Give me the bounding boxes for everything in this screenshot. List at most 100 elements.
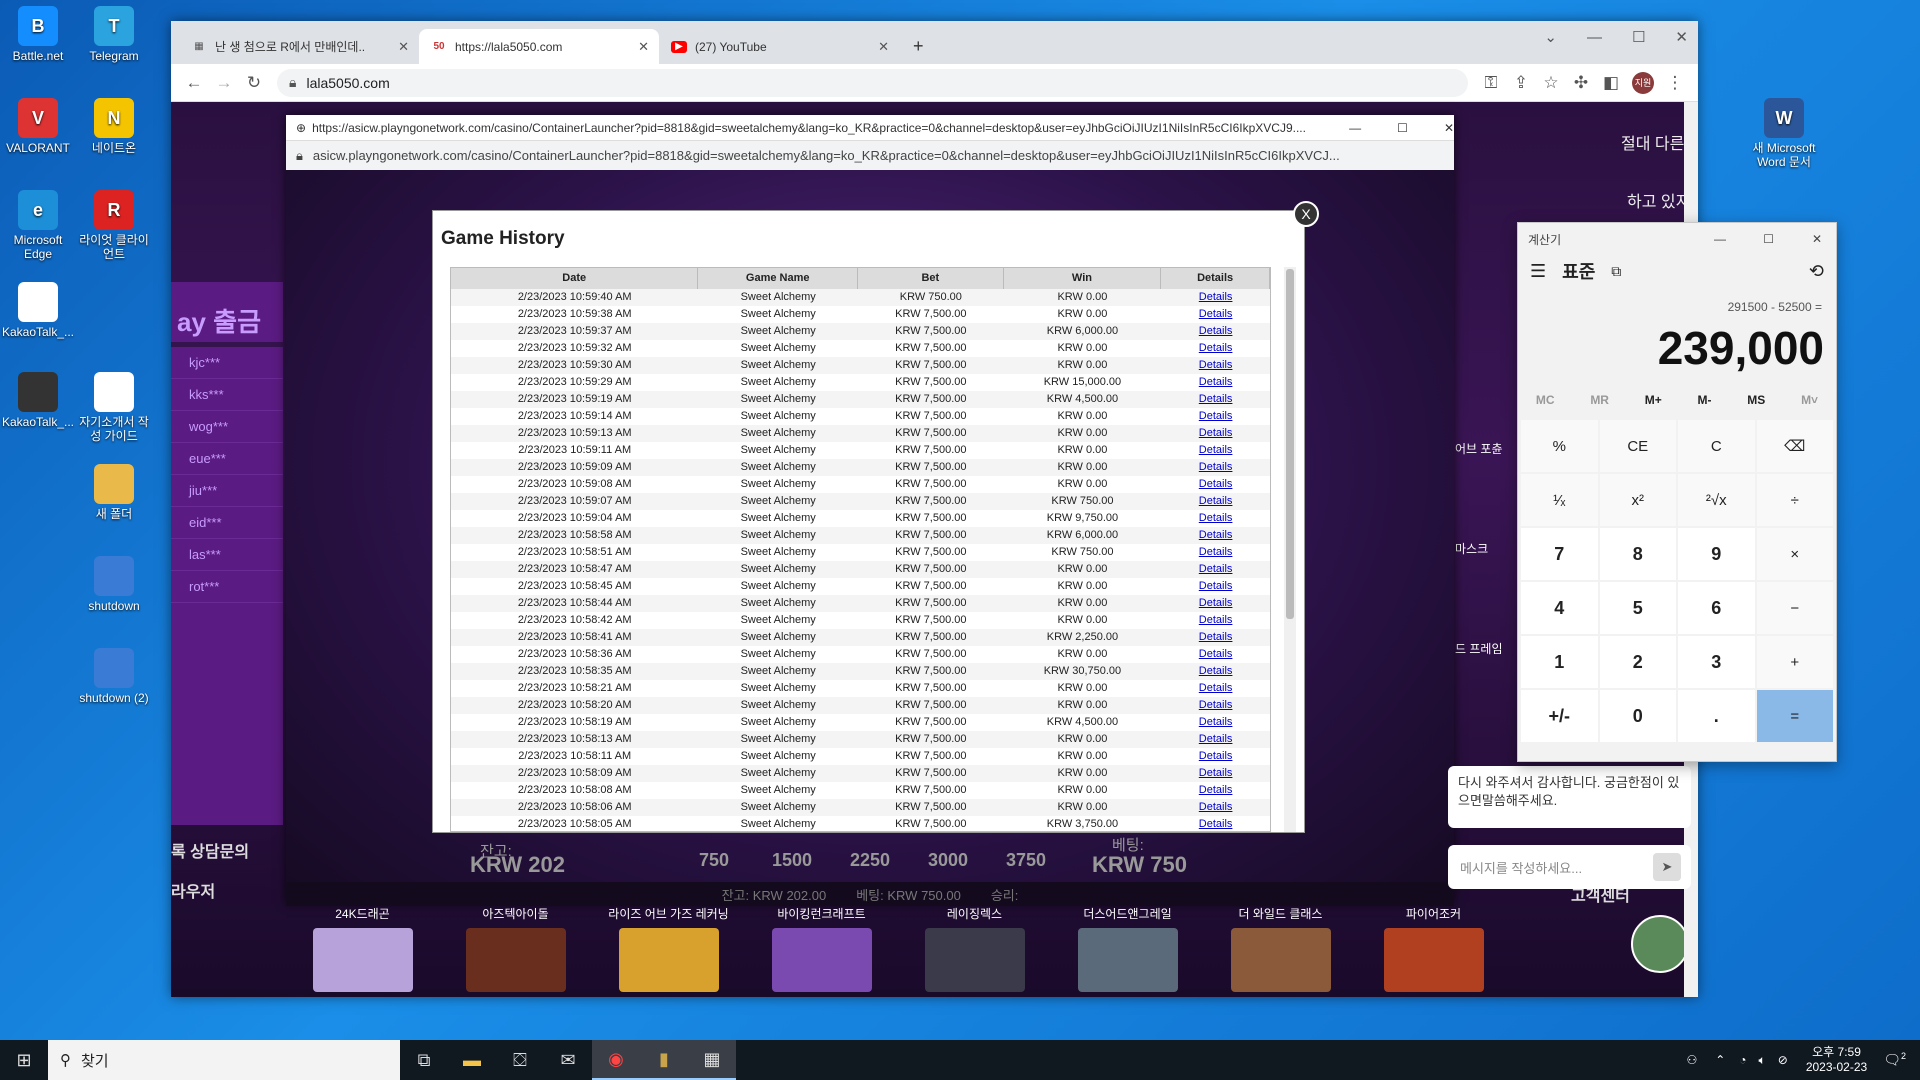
tab-search-icon[interactable]: ⌄	[1544, 28, 1557, 46]
desktop-icon[interactable]: KakaoTalk_...	[0, 372, 76, 429]
details-link[interactable]: Details	[1161, 357, 1270, 374]
memory-button[interactable]: M-	[1698, 393, 1712, 407]
details-link[interactable]: Details	[1161, 782, 1270, 799]
browser-link[interactable]: 라우저	[171, 878, 215, 902]
address-bar[interactable]: 🔒︎ lala5050.com	[277, 68, 1468, 97]
desktop-icon[interactable]: B Battle.net	[0, 6, 76, 63]
network-icon[interactable]: ◔	[1739, 1053, 1746, 1067]
forward-icon[interactable]: →	[209, 73, 239, 93]
details-link[interactable]: Details	[1161, 697, 1270, 714]
details-link[interactable]: Details	[1161, 425, 1270, 442]
bet-option-button[interactable]: 3000	[918, 850, 978, 871]
minimize-button[interactable]: —	[1349, 121, 1361, 135]
extensions-icon[interactable]: ✣	[1566, 73, 1596, 93]
details-link[interactable]: Details	[1161, 680, 1270, 697]
game-thumbnail[interactable]: 더 와일드 클래스	[1204, 905, 1357, 997]
desktop-icon[interactable]: 새 폴더	[76, 464, 152, 521]
calc-key[interactable]: ÷	[1756, 474, 1833, 526]
store-icon[interactable]: ⛋	[496, 1040, 544, 1080]
right-game-3[interactable]: 드 프레임	[1455, 640, 1503, 657]
game-thumbnail[interactable]: 파이어조커	[1357, 905, 1510, 997]
keep-on-top-icon[interactable]: ⧉	[1611, 263, 1621, 280]
close-tab-icon[interactable]: ✕	[638, 39, 649, 55]
details-link[interactable]: Details	[1161, 323, 1270, 340]
details-link[interactable]: Details	[1161, 442, 1270, 459]
details-link[interactable]: Details	[1161, 714, 1270, 731]
key-icon[interactable]: ⚿	[1476, 73, 1506, 93]
details-link[interactable]: Details	[1161, 663, 1270, 680]
details-link[interactable]: Details	[1161, 646, 1270, 663]
game-thumbnail[interactable]: 바이킹런크래프트	[745, 905, 898, 997]
history-icon[interactable]: ⟲	[1809, 261, 1824, 282]
close-button[interactable]: ✕	[1812, 232, 1822, 246]
close-tab-icon[interactable]: ✕	[398, 39, 409, 55]
new-tab-button[interactable]: +	[901, 29, 936, 64]
right-game-1[interactable]: 어브 포츈	[1455, 440, 1503, 457]
calc-key[interactable]: 7	[1521, 528, 1598, 580]
details-link[interactable]: Details	[1161, 561, 1270, 578]
history-scrollbar[interactable]	[1284, 267, 1296, 832]
volume-icon[interactable]: 🔈︎	[1759, 1053, 1766, 1068]
mail-icon[interactable]: ✉	[544, 1040, 592, 1080]
menu-icon[interactable]: ⋮	[1660, 73, 1690, 93]
right-game-2[interactable]: 마스크	[1455, 540, 1488, 557]
popup-address-bar[interactable]: 🔒︎ asicw.playngonetwork.com/casino/Conta…	[286, 141, 1454, 170]
file-explorer-icon[interactable]: ▬	[448, 1040, 496, 1080]
details-link[interactable]: Details	[1161, 595, 1270, 612]
bet-option-button[interactable]: 3750	[996, 850, 1056, 871]
desktop-icon[interactable]: shutdown (2)	[76, 648, 152, 705]
memory-button[interactable]: MR	[1590, 393, 1609, 407]
calc-key[interactable]: −	[1756, 582, 1833, 634]
calc-key[interactable]: C	[1678, 420, 1755, 472]
avatar[interactable]	[1631, 915, 1689, 973]
avatar[interactable]: 지원	[1632, 71, 1654, 94]
details-link[interactable]: Details	[1161, 408, 1270, 425]
tab-youtube[interactable]: ▶ (27) YouTube ✕	[659, 29, 899, 64]
ime-icon[interactable]: ⊘	[1778, 1053, 1788, 1067]
taskbar-search[interactable]: ⚲ 찾기	[48, 1040, 400, 1080]
maximize-button[interactable]: ☐	[1632, 28, 1645, 46]
minimize-button[interactable]: —	[1587, 29, 1602, 46]
details-link[interactable]: Details	[1161, 340, 1270, 357]
send-icon[interactable]: ➤	[1653, 853, 1681, 881]
calc-key[interactable]: 2	[1599, 636, 1676, 688]
details-link[interactable]: Details	[1161, 476, 1270, 493]
details-link[interactable]: Details	[1161, 544, 1270, 561]
back-icon[interactable]: ←	[179, 73, 209, 93]
sidepanel-icon[interactable]: ◧	[1596, 73, 1626, 93]
memory-button[interactable]: MC	[1536, 393, 1555, 407]
share-icon[interactable]: ⇪	[1506, 73, 1536, 93]
details-link[interactable]: Details	[1161, 765, 1270, 782]
details-link[interactable]: Details	[1161, 306, 1270, 323]
bet-option-button[interactable]: 750	[684, 850, 744, 871]
chrome-icon[interactable]: ◉	[592, 1040, 640, 1080]
close-tab-icon[interactable]: ✕	[878, 39, 889, 55]
game-thumbnail[interactable]: 24K드래곤	[286, 905, 439, 997]
close-button[interactable]: ✕	[1444, 121, 1454, 135]
calc-key[interactable]: ⌫	[1756, 420, 1833, 472]
calc-key[interactable]: +	[1756, 636, 1833, 688]
desktop-icon[interactable]: N 네이트온	[76, 98, 152, 155]
tab-forum[interactable]: ▦ 난 생 첨으로 R에서 만배인데.. ✕	[179, 29, 419, 64]
desktop-icon[interactable]: W 새 Microsoft Word 문서	[1746, 98, 1822, 169]
hamburger-icon[interactable]: ☰	[1530, 261, 1546, 282]
calc-key[interactable]: 4	[1521, 582, 1598, 634]
people-icon[interactable]: ⚇	[1686, 1053, 1697, 1067]
details-link[interactable]: Details	[1161, 527, 1270, 544]
calc-key[interactable]: 1	[1521, 636, 1598, 688]
calc-key[interactable]: ¹⁄ₓ	[1521, 474, 1598, 526]
calc-key[interactable]: ×	[1756, 528, 1833, 580]
calc-key[interactable]: =	[1756, 690, 1833, 742]
scroll-thumb[interactable]	[1286, 269, 1294, 619]
desktop-icon[interactable]: e Microsoft Edge	[0, 190, 76, 261]
message-input[interactable]: 메시지를 작성하세요... ➤	[1448, 845, 1691, 889]
memory-button[interactable]: MS	[1747, 393, 1765, 407]
tab-lala5050[interactable]: 50 https://lala5050.com ✕	[419, 29, 659, 64]
game-thumbnail[interactable]: 아즈텍아이돌	[439, 905, 592, 997]
details-link[interactable]: Details	[1161, 289, 1270, 306]
chevron-up-icon[interactable]: ⌃	[1715, 1053, 1725, 1067]
game-thumbnail[interactable]: 더스어드앤그레일	[1051, 905, 1204, 997]
game-thumbnail[interactable]: 레이징렉스	[898, 905, 1051, 997]
desktop-icon[interactable]: KakaoTalk_...	[0, 282, 76, 339]
details-link[interactable]: Details	[1161, 493, 1270, 510]
